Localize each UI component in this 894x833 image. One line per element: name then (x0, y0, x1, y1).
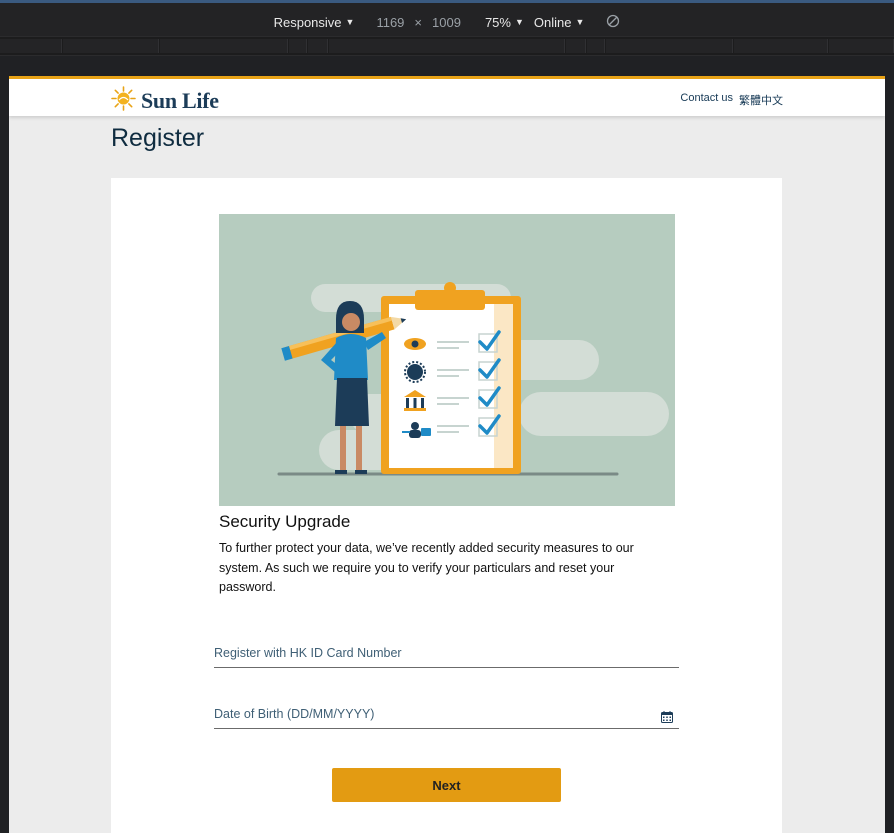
devtools-toolbar: Responsive ▼ 1169 × 1009 75% ▼ Online ▼ (0, 0, 894, 36)
hkid-field[interactable]: Register with HK ID Card Number (214, 640, 679, 668)
register-card: Security Upgrade To further protect your… (111, 178, 782, 833)
header-links: Contact us 繁體中文 (680, 92, 783, 108)
page-viewport: Sun Life Contact us 繁體中文 Register Securi… (9, 76, 885, 833)
calendar-icon[interactable] (661, 710, 673, 723)
caret-down-icon: ▼ (514, 17, 524, 27)
caret-down-icon: ▼ (575, 17, 585, 27)
logo-text: Sun Life (141, 88, 219, 113)
security-description: To further protect your data, we’ve rece… (219, 541, 634, 594)
site-header: Sun Life Contact us 繁體中文 (9, 76, 885, 116)
sun-logo-icon (110, 85, 137, 117)
network-select[interactable]: Online ▼ (534, 15, 585, 30)
zoom-select[interactable]: 75% ▼ (485, 15, 524, 30)
hkid-label: Register with HK ID Card Number (214, 646, 402, 660)
security-upgrade-title: Security Upgrade (219, 512, 351, 531)
network-label: Online (533, 14, 572, 30)
media-query-bar[interactable] (0, 36, 894, 56)
security-illustration (219, 214, 675, 506)
language-link[interactable]: 繁體中文 (739, 92, 783, 108)
next-button[interactable]: Next (332, 768, 561, 802)
rotate-icon[interactable] (606, 14, 620, 31)
dimension-times: × (414, 14, 423, 30)
dob-field[interactable]: Date of Birth (DD/MM/YYYY) (214, 701, 679, 729)
height-input[interactable]: 1009 (432, 15, 461, 30)
width-input[interactable]: 1169 (376, 15, 404, 30)
device-label: Responsive (273, 14, 342, 30)
sun-life-logo[interactable]: Sun Life (110, 85, 219, 117)
zoom-label: 75% (484, 14, 511, 30)
page-title: Register (111, 124, 205, 152)
contact-us-link[interactable]: Contact us (680, 92, 733, 108)
eye-icon (404, 338, 426, 350)
device-mode-select[interactable]: Responsive ▼ (274, 15, 355, 30)
caret-down-icon: ▼ (345, 17, 355, 27)
dob-label: Date of Birth (DD/MM/YYYY) (214, 707, 375, 721)
